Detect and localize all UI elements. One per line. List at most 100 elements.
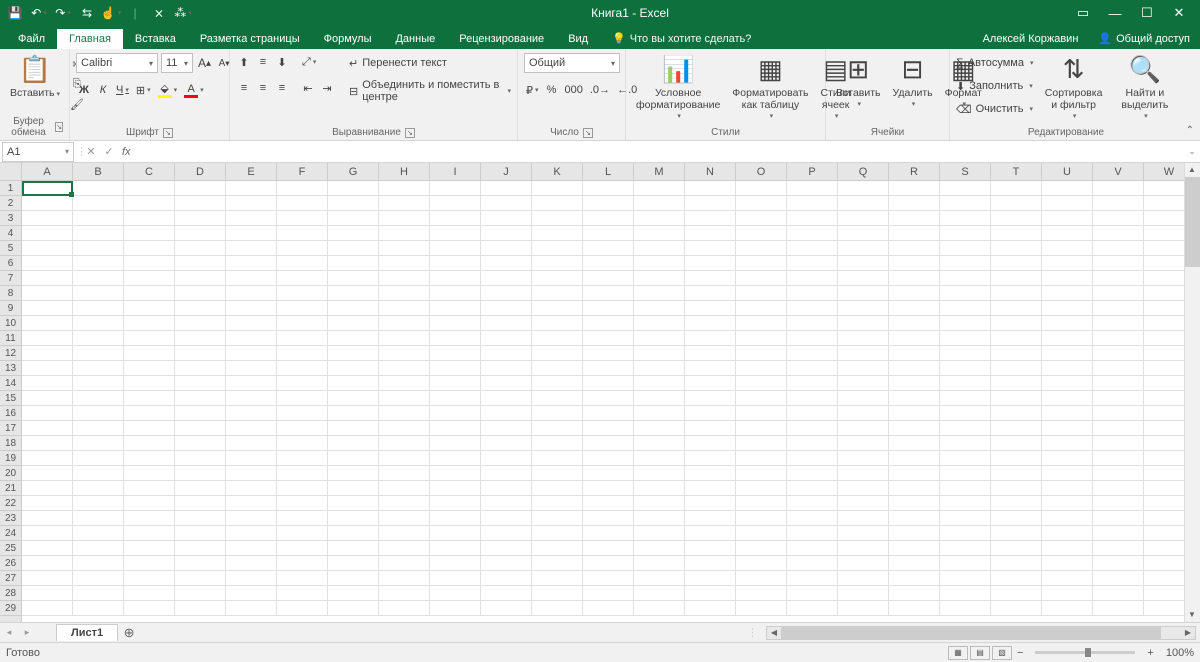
number-launcher[interactable]: ↘ bbox=[583, 128, 593, 138]
row-header-25[interactable]: 25 bbox=[0, 541, 21, 556]
row-header-11[interactable]: 11 bbox=[0, 331, 21, 346]
tab-review[interactable]: Рецензирование bbox=[447, 29, 556, 49]
row-header-27[interactable]: 27 bbox=[0, 571, 21, 586]
qat-icon-2[interactable]: ⨯ bbox=[152, 6, 166, 20]
scroll-left-icon[interactable]: ◀ bbox=[767, 628, 781, 637]
fill-button[interactable]: ⬇Заполнить bbox=[956, 76, 1033, 96]
column-header-Q[interactable]: Q bbox=[838, 163, 889, 180]
tell-me-search[interactable]: 💡 Что вы хотите сделать? bbox=[600, 28, 763, 49]
tab-home[interactable]: Главная bbox=[57, 29, 123, 49]
sort-filter-button[interactable]: ⇅ Сортировка и фильтр bbox=[1037, 53, 1109, 123]
column-header-U[interactable]: U bbox=[1042, 163, 1093, 180]
row-header-8[interactable]: 8 bbox=[0, 286, 21, 301]
cancel-formula-icon[interactable]: ✕ bbox=[82, 145, 100, 158]
row-header-14[interactable]: 14 bbox=[0, 376, 21, 391]
scroll-up-icon[interactable]: ▲ bbox=[1185, 163, 1199, 177]
horizontal-scroll-thumb[interactable] bbox=[781, 627, 1161, 639]
column-header-M[interactable]: M bbox=[634, 163, 685, 180]
row-header-29[interactable]: 29 bbox=[0, 601, 21, 616]
scroll-right-icon[interactable]: ▶ bbox=[1181, 628, 1195, 637]
collapse-ribbon-icon[interactable]: ⌃ bbox=[1186, 125, 1194, 136]
wrap-text-button[interactable]: ↵ Перенести текст bbox=[349, 53, 511, 73]
scroll-down-icon[interactable]: ▼ bbox=[1185, 608, 1199, 622]
row-header-18[interactable]: 18 bbox=[0, 436, 21, 451]
column-header-F[interactable]: F bbox=[277, 163, 328, 180]
share-button[interactable]: 👤 Общий доступ bbox=[1088, 28, 1200, 49]
save-icon[interactable]: 💾 bbox=[8, 6, 22, 20]
borders-icon[interactable]: ⊞ bbox=[134, 81, 153, 99]
column-header-J[interactable]: J bbox=[481, 163, 532, 180]
find-select-button[interactable]: 🔍 Найти и выделить bbox=[1114, 53, 1176, 123]
row-header-23[interactable]: 23 bbox=[0, 511, 21, 526]
number-format-combo[interactable]: Общий bbox=[524, 53, 620, 73]
row-header-10[interactable]: 10 bbox=[0, 316, 21, 331]
row-header-4[interactable]: 4 bbox=[0, 226, 21, 241]
column-header-E[interactable]: E bbox=[226, 163, 277, 180]
decrease-indent-icon[interactable]: ⇤ bbox=[300, 79, 316, 97]
row-header-9[interactable]: 9 bbox=[0, 301, 21, 316]
column-header-B[interactable]: B bbox=[73, 163, 124, 180]
page-break-view-icon[interactable]: ▧ bbox=[992, 646, 1012, 660]
qat-icon-3[interactable]: ⁂ bbox=[176, 6, 190, 20]
sheet-tab-1[interactable]: Лист1 bbox=[56, 624, 118, 641]
column-header-L[interactable]: L bbox=[583, 163, 634, 180]
column-header-T[interactable]: T bbox=[991, 163, 1042, 180]
column-header-P[interactable]: P bbox=[787, 163, 838, 180]
bold-button[interactable]: Ж bbox=[76, 81, 92, 99]
font-name-combo[interactable]: Calibri bbox=[76, 53, 158, 73]
column-header-D[interactable]: D bbox=[175, 163, 226, 180]
column-header-A[interactable]: A bbox=[22, 163, 73, 180]
row-header-3[interactable]: 3 bbox=[0, 211, 21, 226]
font-size-combo[interactable]: 11 bbox=[161, 53, 193, 73]
insert-cells-button[interactable]: ⊞ Вставить bbox=[832, 53, 885, 111]
clear-button[interactable]: ⌫Очистить bbox=[956, 99, 1033, 119]
formula-input[interactable] bbox=[135, 142, 1184, 162]
zoom-out-icon[interactable]: − bbox=[1013, 647, 1027, 659]
tab-data[interactable]: Данные bbox=[383, 29, 447, 49]
row-header-17[interactable]: 17 bbox=[0, 421, 21, 436]
row-header-19[interactable]: 19 bbox=[0, 451, 21, 466]
merge-center-button[interactable]: ⊟ Объединить и поместить в центре bbox=[349, 81, 511, 101]
increase-decimal-icon[interactable]: .0→ bbox=[588, 81, 612, 99]
column-header-I[interactable]: I bbox=[430, 163, 481, 180]
orientation-icon[interactable]: ⤢ bbox=[300, 53, 318, 71]
tab-file[interactable]: Файл bbox=[6, 29, 57, 49]
row-header-28[interactable]: 28 bbox=[0, 586, 21, 601]
tab-insert[interactable]: Вставка bbox=[123, 29, 188, 49]
enter-formula-icon[interactable]: ✓ bbox=[100, 145, 118, 158]
minimize-icon[interactable]: — bbox=[1108, 6, 1122, 20]
align-left-icon[interactable]: ≡ bbox=[236, 79, 252, 97]
redo-icon[interactable]: ↷ bbox=[56, 6, 70, 20]
row-header-6[interactable]: 6 bbox=[0, 256, 21, 271]
row-header-7[interactable]: 7 bbox=[0, 271, 21, 286]
row-header-22[interactable]: 22 bbox=[0, 496, 21, 511]
column-header-O[interactable]: O bbox=[736, 163, 787, 180]
row-header-2[interactable]: 2 bbox=[0, 196, 21, 211]
row-header-16[interactable]: 16 bbox=[0, 406, 21, 421]
row-header-15[interactable]: 15 bbox=[0, 391, 21, 406]
column-header-S[interactable]: S bbox=[940, 163, 991, 180]
normal-view-icon[interactable]: ▦ bbox=[948, 646, 968, 660]
sheet-nav-first-icon[interactable]: ◂ bbox=[0, 627, 18, 638]
align-top-icon[interactable]: ⬆ bbox=[236, 53, 252, 71]
delete-cells-button[interactable]: ⊟ Удалить bbox=[889, 53, 937, 111]
increase-font-icon[interactable]: A▴ bbox=[196, 54, 213, 72]
format-as-table-button[interactable]: ▦ Форматировать как таблицу bbox=[728, 53, 812, 123]
column-header-G[interactable]: G bbox=[328, 163, 379, 180]
font-launcher[interactable]: ↘ bbox=[163, 128, 173, 138]
row-header-20[interactable]: 20 bbox=[0, 466, 21, 481]
autosum-button[interactable]: ∑Автосумма bbox=[956, 53, 1033, 73]
conditional-formatting-button[interactable]: 📊 Условное форматирование bbox=[632, 53, 724, 123]
select-all-corner[interactable] bbox=[0, 163, 22, 180]
accounting-format-icon[interactable]: ₽ bbox=[524, 81, 541, 99]
page-layout-view-icon[interactable]: ▤ bbox=[970, 646, 990, 660]
column-header-H[interactable]: H bbox=[379, 163, 430, 180]
row-header-21[interactable]: 21 bbox=[0, 481, 21, 496]
zoom-level[interactable]: 100% bbox=[1166, 647, 1194, 659]
increase-indent-icon[interactable]: ⇥ bbox=[319, 79, 335, 97]
comma-format-icon[interactable]: 000 bbox=[563, 81, 585, 99]
row-header-26[interactable]: 26 bbox=[0, 556, 21, 571]
row-header-13[interactable]: 13 bbox=[0, 361, 21, 376]
user-name[interactable]: Алексей Коржавин bbox=[973, 29, 1089, 49]
column-header-K[interactable]: K bbox=[532, 163, 583, 180]
